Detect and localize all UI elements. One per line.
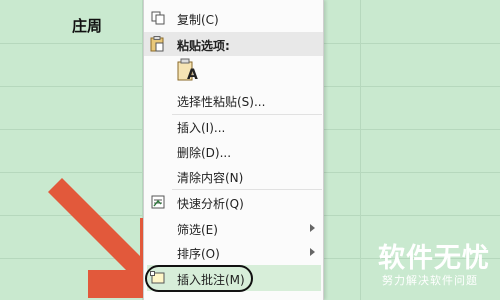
highlight-ring (145, 265, 253, 292)
menu-item-copy[interactable]: 复制(C) (144, 6, 323, 30)
menu-item-label: 删除(D)... (177, 146, 232, 160)
submenu-arrow-icon (310, 224, 315, 232)
clipboard-icon (150, 36, 164, 55)
menu-item-clear-contents[interactable]: 清除内容(N) (144, 164, 323, 188)
menu-item-label: 排序(O) (177, 247, 220, 261)
menu-item-label: 插入(I)... (177, 121, 226, 135)
context-menu: 复制(C) 粘贴选项: A 选择性粘贴(S)... 插入(I)... 删除(D)… (143, 0, 324, 300)
paste-options-header: 粘贴选项: (144, 32, 323, 56)
menu-item-insert[interactable]: 插入(I)... (144, 114, 323, 138)
menu-item-delete[interactable]: 删除(D)... (144, 139, 323, 163)
quick-analysis-icon (150, 194, 166, 210)
menu-item-label: 清除内容(N) (177, 171, 244, 185)
watermark-brand: 软件无忧 (378, 243, 490, 274)
submenu-arrow-icon (310, 248, 315, 256)
menu-item-label: 选择性粘贴(S)... (177, 95, 266, 109)
menu-item-label: 复制(C) (177, 13, 219, 27)
paste-options-label: 粘贴选项: (177, 39, 230, 53)
paste-keep-text-button[interactable]: A (176, 58, 200, 84)
menu-item-label: 筛选(E) (177, 223, 218, 237)
watermark: 软件无忧 努力解决软件问题 (370, 236, 496, 292)
cell-name-text[interactable]: 庄周 (72, 15, 102, 36)
menu-item-paste-special[interactable]: 选择性粘贴(S)... (144, 88, 323, 112)
grid-col-line (360, 0, 361, 300)
copy-icon (150, 10, 166, 26)
menu-item-label: 快速分析(Q) (177, 197, 244, 211)
menu-item-filter[interactable]: 筛选(E) (144, 216, 323, 240)
watermark-tagline: 努力解决软件问题 (382, 274, 478, 287)
paste-text-glyph: A (187, 67, 198, 83)
menu-item-sort[interactable]: 排序(O) (144, 240, 323, 264)
menu-item-quick-analysis[interactable]: 快速分析(Q) (144, 190, 323, 214)
